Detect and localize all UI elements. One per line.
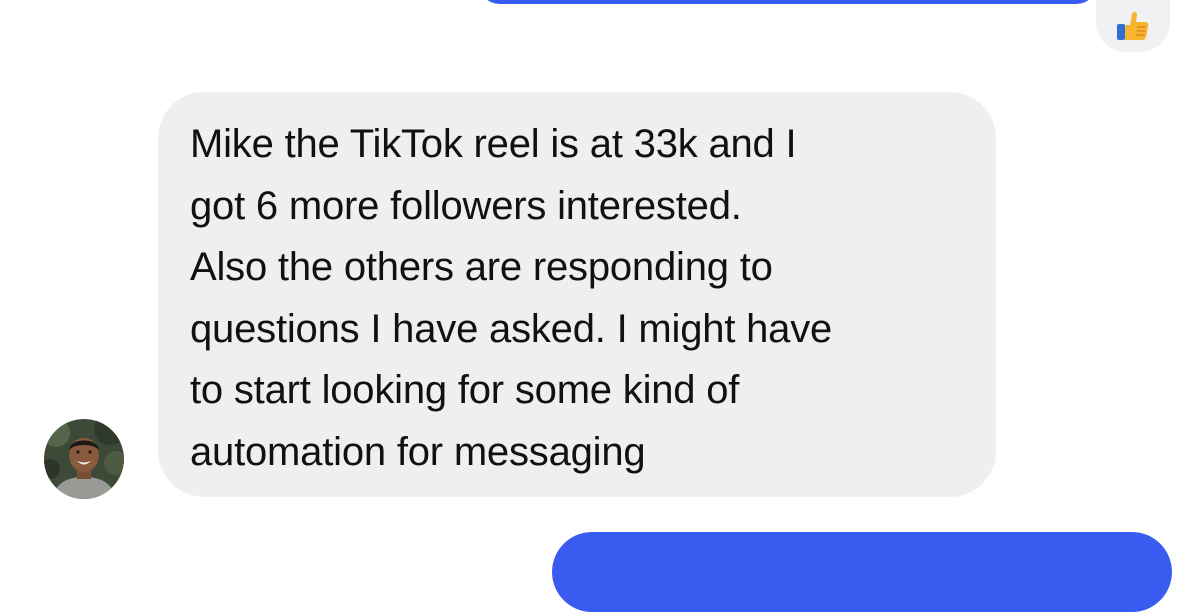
reaction-badge[interactable] xyxy=(1096,0,1170,52)
thumbs-up-icon xyxy=(1113,6,1153,46)
sender-avatar[interactable] xyxy=(44,419,124,499)
sent-message-bubble-previous[interactable] xyxy=(478,0,1098,4)
received-message-bubble[interactable]: Mike the TikTok reel is at 33k and I got… xyxy=(158,92,996,497)
message-text: Mike the TikTok reel is at 33k and I got… xyxy=(190,122,833,474)
sent-message-bubble-next[interactable] xyxy=(552,532,1172,612)
